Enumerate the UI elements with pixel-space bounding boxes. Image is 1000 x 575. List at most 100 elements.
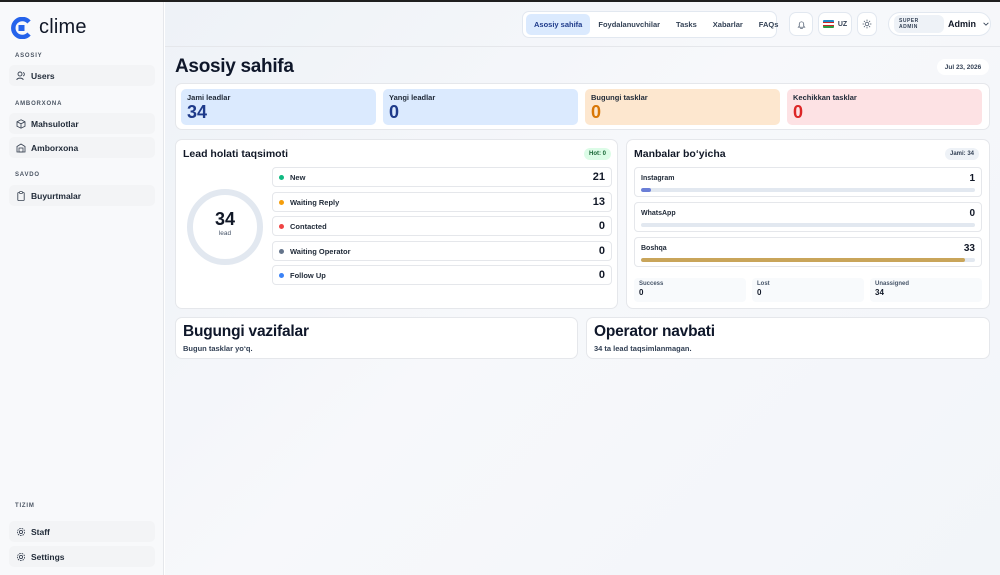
source-row-instagram: Instagram 1 xyxy=(634,167,982,197)
warehouse-icon xyxy=(15,142,26,153)
sidebar-item-label: Users xyxy=(31,70,55,81)
sidebar: clime ASOSIY Users AMBORXONA Mahsulotlar… xyxy=(0,2,164,575)
sidebar-item-settings[interactable]: Settings xyxy=(9,546,155,567)
sidebar-item-mahsulotlar[interactable]: Mahsulotlar xyxy=(9,113,155,134)
status-count: 0 xyxy=(598,269,605,281)
source-count: 1 xyxy=(969,173,975,184)
tab-tasks[interactable]: Tasks xyxy=(668,14,705,35)
user-menu[interactable]: SUPER ADMIN Admin xyxy=(888,12,991,36)
lead-total-value: 34 xyxy=(214,209,236,229)
logo-icon xyxy=(11,16,33,39)
sidebar-item-label: Buyurtmalar xyxy=(31,190,82,201)
lead-status-card: Lead holati taqsimoti Hot: 0 34 lead New… xyxy=(175,139,618,309)
top-bar: Asosiy sahifa Foydalanuvchilar Tasks Xab… xyxy=(165,2,1000,47)
source-count: 33 xyxy=(963,243,975,254)
user-name: Admin xyxy=(948,19,977,29)
sidebar-item-label: Mahsulotlar xyxy=(31,118,79,129)
status-row-new: New 21 xyxy=(272,167,612,187)
outcome-lost: Lost 0 xyxy=(752,278,864,302)
app-logo[interactable]: clime xyxy=(11,16,87,39)
page-title: Asosiy sahifa xyxy=(175,56,294,77)
tab-asosiy-sahifa[interactable]: Asosiy sahifa xyxy=(526,14,591,35)
sidebar-item-label: Amborxona xyxy=(31,142,79,153)
sidebar-item-amborxona[interactable]: Amborxona xyxy=(9,137,155,158)
uzbekistan-flag-icon xyxy=(822,20,834,28)
status-dot xyxy=(279,272,284,278)
operator-queue-title: Operator navbati xyxy=(594,323,715,340)
main-content: Asosiy sahifa Foydalanuvchilar Tasks Xab… xyxy=(165,2,1000,575)
status-row-contacted: Contacted 0 xyxy=(272,216,612,236)
top-nav-tabs: Asosiy sahifa Foydalanuvchilar Tasks Xab… xyxy=(522,11,778,38)
status-row-follow-up: Follow Up 0 xyxy=(272,265,612,285)
today-tasks-subtitle: Bugun tasklar yo‘q. xyxy=(183,344,253,353)
section-label-asosiy: ASOSIY xyxy=(15,53,43,59)
operator-queue-card: Operator navbati 34 ta lead taqsimlanmag… xyxy=(586,317,990,359)
status-dot xyxy=(279,199,284,205)
stat-value: 0 xyxy=(793,102,804,122)
sidebar-item-staff[interactable]: Staff xyxy=(9,521,155,542)
outcome-success: Success 0 xyxy=(634,278,746,302)
chevron-down-icon xyxy=(983,22,989,26)
theme-toggle-button[interactable] xyxy=(857,12,877,36)
tab-foydalanuvchilar[interactable]: Foydalanuvchilar xyxy=(590,14,668,35)
stat-card-bugungi-tasklar: Bugungi tasklar 0 xyxy=(585,89,780,125)
outcome-label: Unassigned xyxy=(875,281,910,287)
source-bar-fill xyxy=(641,188,651,192)
section-label-savdo: SAVDO xyxy=(15,172,40,178)
language-switcher[interactable]: UZ xyxy=(818,12,852,36)
outcome-label: Lost xyxy=(757,281,770,287)
bell-icon xyxy=(796,20,806,29)
status-row-waiting-operator: Waiting Operator 0 xyxy=(272,241,612,261)
today-tasks-title: Bugungi vazifalar xyxy=(183,323,309,340)
stats-panel: Jami leadlar 34 Yangi leadlar 0 Bugungi … xyxy=(175,83,990,130)
source-bar-track xyxy=(641,188,975,192)
outcome-value: 34 xyxy=(875,288,884,297)
status-row-waiting-reply: Waiting Reply 13 xyxy=(272,192,612,212)
source-row-whatsapp: WhatsApp 0 xyxy=(634,202,982,232)
stat-label: Bugungi tasklar xyxy=(591,93,648,102)
app-name: clime xyxy=(39,16,87,38)
lead-total-ring: 34 lead xyxy=(185,187,265,267)
gear-icon xyxy=(15,551,26,562)
date-chip: Jul 23, 2026 xyxy=(937,59,989,75)
status-count: 21 xyxy=(592,171,605,183)
sources-total-badge: Jami: 34 xyxy=(945,148,980,160)
status-dot xyxy=(279,174,284,180)
sidebar-item-users[interactable]: Users xyxy=(9,65,155,86)
sidebar-item-buyurtmalar[interactable]: Buyurtmalar xyxy=(9,185,155,206)
sidebar-item-label: Staff xyxy=(31,526,50,537)
outcome-unassigned: Unassigned 34 xyxy=(870,278,982,302)
status-label: New xyxy=(290,172,306,182)
hot-badge: Hot: 0 xyxy=(584,148,611,160)
notifications-button[interactable] xyxy=(789,12,813,36)
outcome-value: 0 xyxy=(639,288,644,297)
section-label-amborxona: AMBORXONA xyxy=(15,101,63,107)
tab-xabarlar[interactable]: Xabarlar xyxy=(705,14,751,35)
status-label: Contacted xyxy=(290,221,327,231)
lead-total-label: lead xyxy=(218,230,232,237)
box-icon xyxy=(15,118,26,129)
status-count: 0 xyxy=(598,245,605,257)
status-label: Waiting Reply xyxy=(290,197,340,207)
status-count: 13 xyxy=(592,196,605,208)
lead-status-title: Lead holati taqsimoti xyxy=(183,148,289,160)
outcome-label: Success xyxy=(639,281,664,287)
stat-card-jami-leadlar: Jami leadlar 34 xyxy=(181,89,376,125)
section-label-tizim: TIZIM xyxy=(15,503,35,509)
source-count: 0 xyxy=(969,208,975,219)
status-dot xyxy=(279,248,284,254)
today-tasks-card: Bugungi vazifalar Bugun tasklar yo‘q. xyxy=(175,317,578,359)
source-label: Instagram xyxy=(641,175,675,182)
source-label: WhatsApp xyxy=(641,210,676,217)
stat-label: Kechikkan tasklar xyxy=(793,93,857,102)
stat-card-yangi-leadlar: Yangi leadlar 0 xyxy=(383,89,578,125)
status-label: Waiting Operator xyxy=(290,246,351,256)
users-icon xyxy=(15,70,26,81)
status-dot xyxy=(279,223,284,229)
sun-icon xyxy=(862,19,872,29)
status-count: 0 xyxy=(598,220,605,232)
role-badge: SUPER ADMIN xyxy=(894,15,945,33)
tab-faqs[interactable]: FAQs xyxy=(751,14,787,35)
status-label: Follow Up xyxy=(290,270,326,280)
operator-queue-subtitle: 34 ta lead taqsimlanmagan. xyxy=(594,344,692,353)
